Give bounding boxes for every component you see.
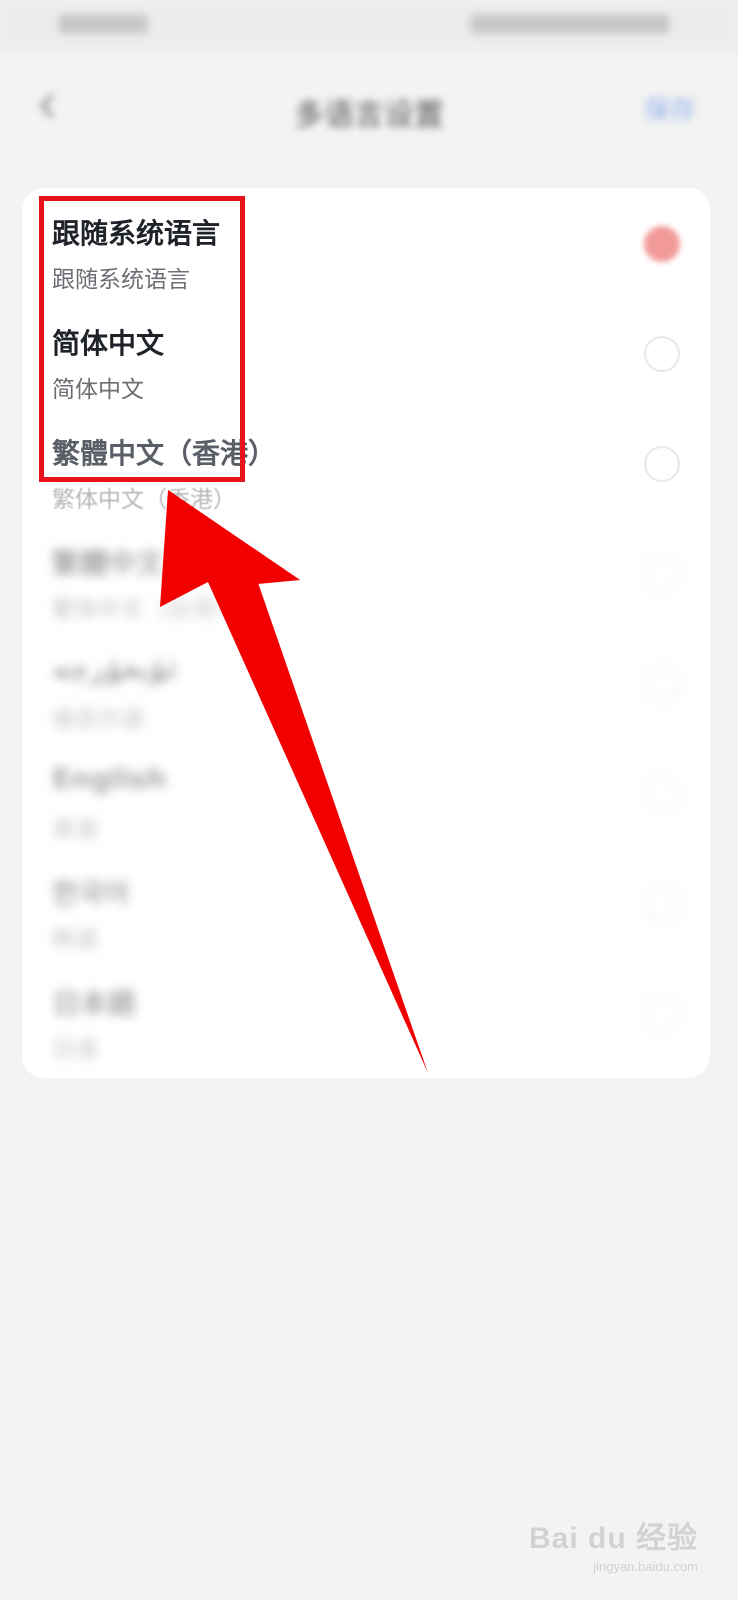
radio-icon[interactable] bbox=[644, 776, 680, 812]
watermark-logo: Bai du 经验 bbox=[528, 1522, 698, 1555]
language-option-subtitle: 维吾尔语 bbox=[52, 707, 144, 733]
language-option-subtitle: 繁体中文（香港） bbox=[52, 487, 236, 513]
language-settings-screen: 多语言设置 保存 跟随系统语言 跟随系统语言 简体中文 简体中文 繁體中文（香港… bbox=[0, 0, 738, 1600]
language-option-subtitle: 韩语 bbox=[52, 927, 98, 953]
header-bar: 多语言设置 保存 bbox=[0, 50, 738, 170]
save-button[interactable]: 保存 bbox=[644, 90, 696, 127]
language-option-title: 한국어 bbox=[52, 877, 130, 910]
language-option-subtitle: 繁体中文（台湾） bbox=[52, 597, 236, 623]
radio-icon[interactable] bbox=[644, 336, 680, 372]
language-option-subtitle: 日语 bbox=[52, 1037, 98, 1063]
highlight-box bbox=[39, 196, 245, 482]
language-option-subtitle: 英语 bbox=[52, 817, 98, 843]
radio-icon[interactable] bbox=[644, 556, 680, 592]
watermark-url: jingyan.baidu.com bbox=[593, 1559, 698, 1574]
language-option-korean[interactable]: 한국어 韩语 bbox=[22, 848, 710, 958]
radio-icon[interactable] bbox=[644, 996, 680, 1032]
language-option-uyghur[interactable]: ئۇيغۇرچە 维吾尔语 bbox=[22, 628, 710, 738]
page-title: 多语言设置 bbox=[294, 98, 444, 133]
language-option-japanese[interactable]: 日本語 日语 bbox=[22, 958, 710, 1068]
radio-icon[interactable] bbox=[644, 446, 680, 482]
status-time bbox=[58, 14, 148, 34]
status-icons bbox=[470, 14, 670, 34]
language-option-title: English bbox=[52, 762, 167, 795]
language-option-traditional-chinese-tw[interactable]: 繁體中文（台灣） 繁体中文（台湾） bbox=[22, 518, 710, 628]
language-option-title: 繁體中文（台灣） bbox=[52, 547, 277, 580]
baidu-jingyan-watermark: Bai du 经验 jingyan.baidu.com bbox=[529, 1513, 698, 1574]
radio-icon[interactable] bbox=[644, 666, 680, 702]
language-option-english[interactable]: English 英语 bbox=[22, 738, 710, 848]
language-option-title: 日本語 bbox=[52, 987, 137, 1020]
status-bar bbox=[0, 0, 738, 50]
radio-icon[interactable] bbox=[644, 886, 680, 922]
selected-radio-icon[interactable] bbox=[644, 226, 680, 262]
language-option-title: ئۇيغۇرچە bbox=[52, 652, 178, 685]
